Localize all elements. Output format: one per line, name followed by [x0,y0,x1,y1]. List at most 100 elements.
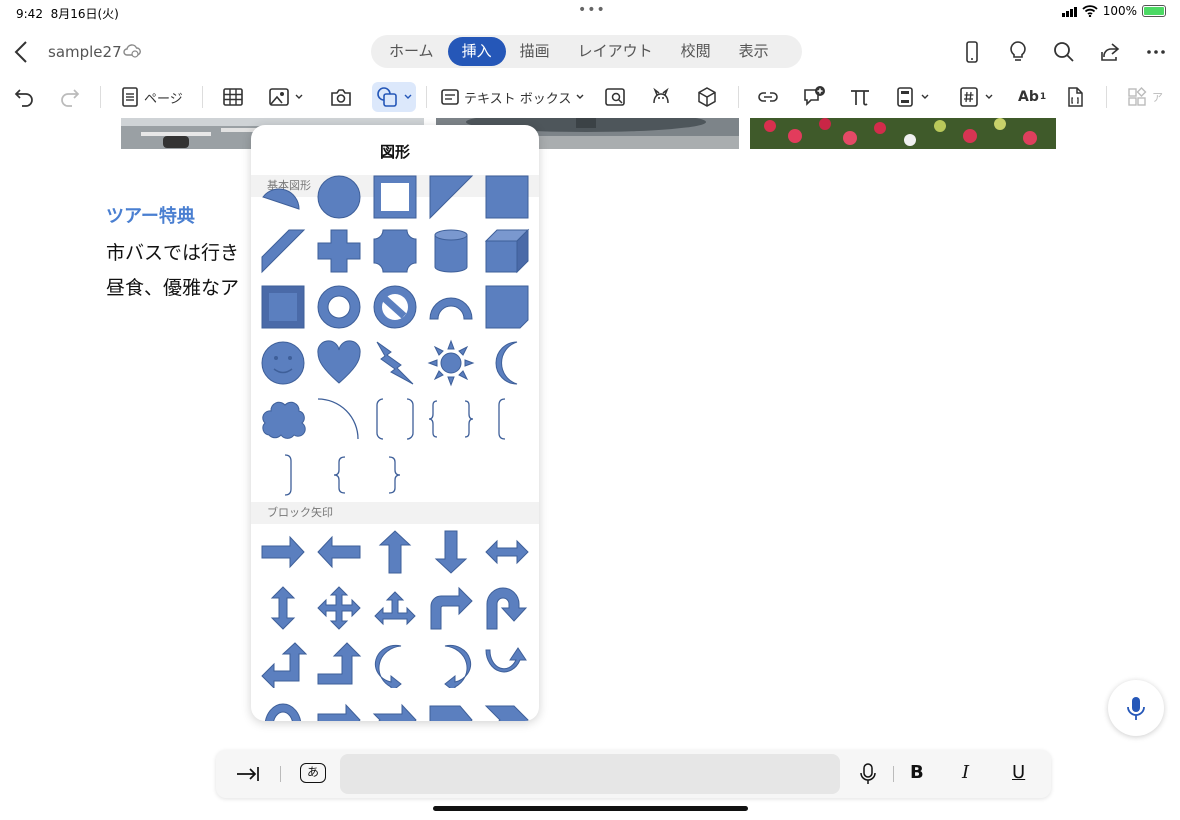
image-search-button[interactable] [604,82,626,112]
tab-review[interactable]: 校閲 [667,37,725,66]
page-number-icon [960,87,978,107]
shape-right-bracket-icon[interactable] [259,451,307,499]
shape-double-brace-icon[interactable] [427,395,475,443]
tab-layout[interactable]: レイアウト [564,37,667,66]
chevron-down-icon [404,94,412,99]
arrow-left-icon[interactable] [315,528,363,576]
arrow-up-down-icon[interactable] [259,584,307,632]
keyboard-mic-icon[interactable] [858,762,878,786]
table-button[interactable] [222,82,244,112]
section-header-block-arrows: ブロック矢印 [251,502,539,524]
equation-button[interactable] [848,82,872,112]
search-icon[interactable] [1052,40,1076,64]
document-item-icon [1068,87,1083,107]
shape-cylinder-icon[interactable] [427,227,475,275]
document-item-button[interactable] [1064,82,1086,112]
shape-diagonal-stripe-icon[interactable] [259,227,307,275]
shape-half-frame-icon[interactable] [427,173,475,221]
arrow-left-up-icon[interactable] [259,640,307,688]
phone-view-icon[interactable] [960,40,984,64]
input-mode-button[interactable]: あ [300,763,326,783]
chevron-down-icon [576,94,584,99]
lightbulb-icon[interactable] [1006,40,1030,64]
shape-lightning-icon[interactable] [371,339,419,387]
shape-teardrop-icon[interactable] [315,173,363,221]
3d-model-button[interactable] [696,82,718,112]
arrow-bent-icon[interactable] [427,584,475,632]
page-icon [122,87,138,107]
addins-button[interactable]: ア [1126,82,1163,112]
tab-home[interactable]: ホーム [375,37,448,66]
tab-view[interactable]: 表示 [725,37,783,66]
shape-right-brace-icon[interactable] [371,451,419,499]
shape-smiley-icon[interactable] [259,339,307,387]
redo-button[interactable] [58,82,82,112]
document-name[interactable]: sample27 [48,43,122,61]
arrow-down-icon[interactable] [427,528,475,576]
page-number-button[interactable] [958,82,994,112]
arrow-left-right-up-icon[interactable] [371,584,419,632]
shape-chord-icon[interactable] [259,173,307,221]
footnote-button[interactable]: Ab 1 [1018,82,1046,112]
shape-l-shape-icon[interactable] [483,173,531,221]
link-button[interactable] [756,82,780,112]
arrow-u-turn-icon[interactable] [483,584,531,632]
shape-cube-icon[interactable] [483,227,531,275]
shape-left-bracket-icon[interactable] [483,395,531,443]
shape-moon-icon[interactable] [483,339,531,387]
dictation-button[interactable] [1108,680,1164,736]
back-chevron-icon[interactable] [10,38,34,66]
arrow-quad-icon[interactable] [315,584,363,632]
italic-button[interactable]: I [962,762,969,786]
arrow-curved-down-icon[interactable] [259,696,307,721]
shapes-button[interactable] [372,82,416,112]
shape-no-symbol-icon[interactable] [371,283,419,331]
shape-donut-icon[interactable] [315,283,363,331]
share-icon[interactable] [1098,40,1122,64]
textbox-button[interactable]: テキスト ボックス [440,82,585,112]
arrow-left-right-icon[interactable] [483,528,531,576]
shape-arc-icon[interactable] [315,395,363,443]
picture-button[interactable] [268,82,304,112]
multitask-dots[interactable]: ••• [578,2,606,18]
undo-button[interactable] [12,82,36,112]
tab-draw[interactable]: 描画 [506,37,564,66]
bold-button[interactable]: B [910,762,924,786]
shape-cross-icon[interactable] [315,227,363,275]
arrow-chevron-icon[interactable] [483,696,531,721]
arrow-right-icon[interactable] [259,528,307,576]
shape-plaque-icon[interactable] [371,227,419,275]
icons-button[interactable] [650,82,672,112]
shape-block-arc-icon[interactable] [427,283,475,331]
more-icon[interactable] [1144,40,1168,64]
tab-insert[interactable]: 挿入 [447,37,506,66]
arrow-striped-right-icon[interactable] [315,696,363,721]
shape-frame-icon[interactable] [371,173,419,221]
predictive-text-field[interactable] [340,754,840,794]
arrow-curved-right-icon[interactable] [371,640,419,688]
arrow-notched-right-icon[interactable] [371,696,419,721]
arrow-pentagon-icon[interactable] [427,696,475,721]
shape-folded-corner-icon[interactable] [483,283,531,331]
shape-sun-icon[interactable] [427,339,475,387]
tab-key-icon[interactable] [234,762,262,786]
home-indicator[interactable] [433,806,748,811]
arrow-curved-left-icon[interactable] [427,640,475,688]
cloud-sync-icon [123,44,141,58]
arrow-bent-up-icon[interactable] [315,640,363,688]
arrow-curved-up-icon[interactable] [483,640,531,688]
header-footer-button[interactable] [894,82,930,112]
comment-button[interactable] [802,82,826,112]
battery-icon [1142,5,1166,17]
shape-bevel-icon[interactable] [259,283,307,331]
underline-button[interactable]: U [1012,762,1025,786]
page-button[interactable]: ページ [120,82,183,112]
camera-button[interactable] [330,82,352,112]
shape-cloud-icon[interactable] [259,395,307,443]
link-icon [758,92,778,102]
document-canvas[interactable]: ツアー特典 市バスでは行き 昼食、優雅なア [0,118,1180,748]
shape-heart-icon[interactable] [315,339,363,387]
arrow-up-icon[interactable] [371,528,419,576]
shape-double-bracket-icon[interactable] [371,395,419,443]
shape-left-brace-icon[interactable] [315,451,363,499]
